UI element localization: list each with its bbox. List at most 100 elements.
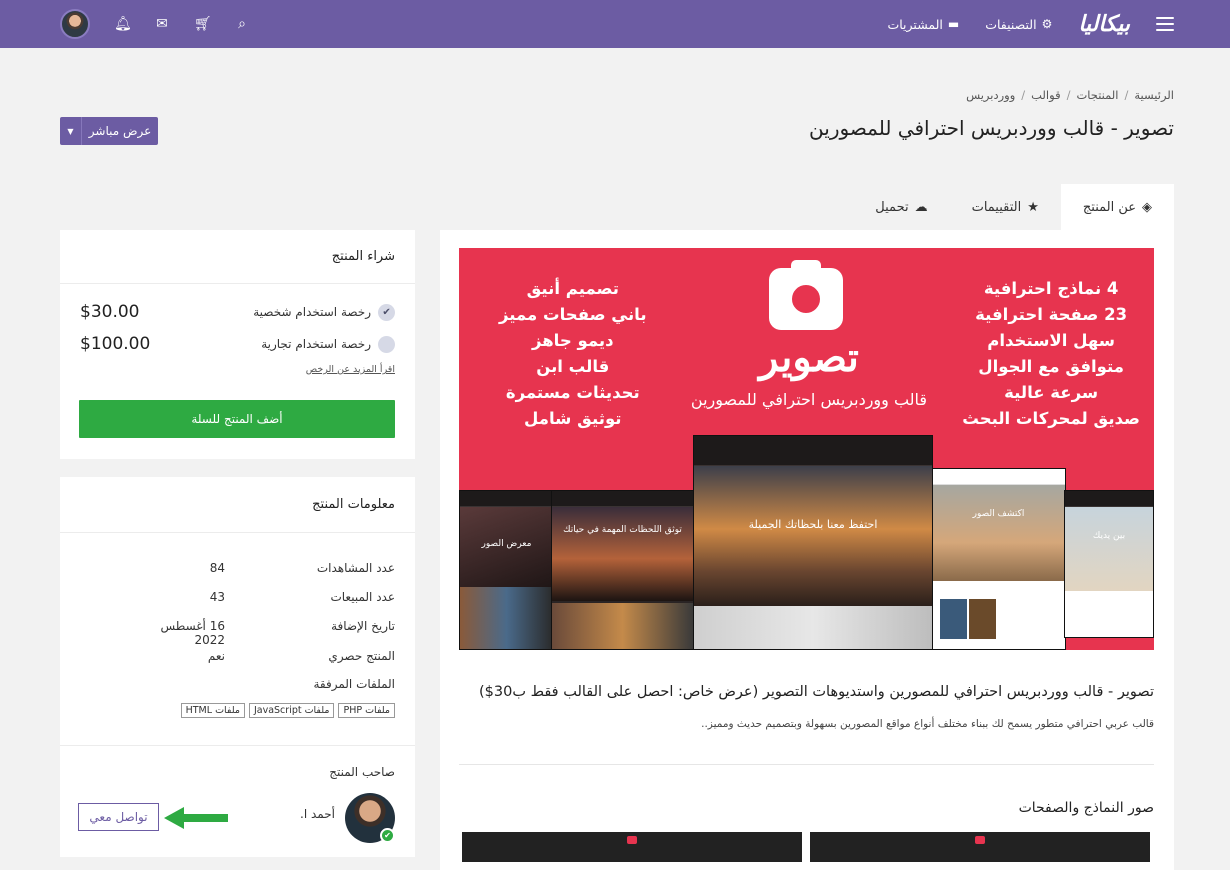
license-price: $100.00 <box>80 334 151 354</box>
gallery-thumbnail[interactable] <box>810 832 1150 862</box>
screenshot-caption-main: احتفظ معنا بلحظاتك الجميلة <box>748 518 878 531</box>
nav-purchases-label: المشتريات <box>887 16 943 32</box>
contact-button[interactable]: تواصل معي <box>78 803 159 831</box>
nav-categories-link[interactable]: ⚙ التصنيفات <box>985 17 1052 32</box>
banner-feature: ديمو جاهز <box>531 331 614 350</box>
banner-features-right: 4 نماذج احترافية 23 صفحة احترافية سهل ال… <box>962 276 1140 432</box>
radio-icon[interactable] <box>378 335 395 353</box>
banner-feature: تصميم أنيق <box>526 279 619 298</box>
screenshot-left-outer: معرض الصور <box>459 490 554 650</box>
file-tag: ملفات HTML <box>180 703 245 718</box>
page-title: تصوير - قالب ووردبريس احترافي للمصورين <box>809 116 1174 140</box>
star-icon: ★ <box>1027 199 1039 215</box>
file-tag: ملفات JavaScript <box>248 703 335 718</box>
product-banner: 4 نماذج احترافية 23 صفحة احترافية سهل ال… <box>459 248 1154 650</box>
tab-about[interactable]: ◈ عن المنتج <box>1060 184 1174 230</box>
banner-subtitle: قالب ووردبريس احترافي للمصورين <box>690 390 928 409</box>
license-label: رخصة استخدام تجارية <box>261 337 371 351</box>
info-key: تاريخ الإضافة <box>331 619 395 633</box>
banner-brand: تصوير <box>759 334 859 381</box>
top-navbar: بيكاليا ⚙ التصنيفات ▬ المشتريات 🔔︎ ✉ 🛒︎ … <box>0 0 1230 48</box>
cart-icon[interactable]: 🛒︎ <box>194 16 212 32</box>
info-value: 84 <box>209 561 225 575</box>
screenshot-caption: بين يديك <box>1092 531 1126 541</box>
license-option-commercial[interactable]: رخصة استخدام تجارية <box>261 335 395 353</box>
banner-feature: توثيق شامل <box>524 409 622 428</box>
banner-feature: سرعة عالية <box>1004 383 1099 402</box>
banner-feature: سهل الاستخدام <box>987 331 1115 350</box>
envelope-icon[interactable]: ✉ <box>154 16 170 32</box>
owner-avatar[interactable]: ✔ <box>345 793 395 843</box>
nav-primary: بيكاليا ⚙ التصنيفات ▬ المشتريات <box>887 11 1174 37</box>
breadcrumb-templates[interactable]: قوالب <box>1031 88 1060 102</box>
tab-reviews[interactable]: ★ التقييمات <box>950 184 1061 230</box>
product-info-title: معلومات المنتج <box>60 477 415 533</box>
menu-icon[interactable] <box>1156 17 1174 31</box>
banner-feature: 23 صفحة احترافية <box>975 305 1128 324</box>
live-preview-button[interactable]: عرض مباشر ▼ <box>60 117 158 145</box>
nav-user-tools: 🔔︎ ✉ 🛒︎ ⌕ <box>60 9 250 39</box>
user-avatar[interactable] <box>60 9 90 39</box>
info-row: تاريخ الإضافة 16 أغسطس 2022 <box>79 619 395 647</box>
owner-label: صاحب المنتج <box>329 765 395 779</box>
screenshot-center: احتفظ معنا بلحظاتك الجميلة <box>693 435 933 650</box>
caret-down-icon[interactable]: ▼ <box>60 117 82 145</box>
divider <box>459 764 1154 765</box>
banner-feature: باني صفحات مميز <box>499 305 647 324</box>
gallery-thumbnail[interactable] <box>462 832 802 862</box>
info-key: عدد المشاهدات <box>316 561 395 575</box>
info-row: عدد المشاهدات 84 <box>79 561 395 575</box>
nav-categories-label: التصنيفات <box>985 16 1037 32</box>
product-description: قالب عربي احترافي متطور يسمح لك ببناء مخ… <box>701 718 1154 730</box>
banner-feature: 4 نماذج احترافية <box>983 279 1119 298</box>
arrow-left-icon <box>164 807 228 829</box>
site-logo[interactable]: بيكاليا <box>1078 11 1131 37</box>
owner-name[interactable]: أحمد ا. <box>300 807 335 821</box>
info-value: 43 <box>209 590 225 604</box>
license-option-personal[interactable]: ✔ رخصة استخدام شخصية <box>253 303 395 321</box>
camera-icon <box>769 260 843 330</box>
license-info-link[interactable]: اقرأ المزيد عن الرخص <box>306 364 395 375</box>
purchase-card: شراء المنتج ✔ رخصة استخدام شخصية $30.00 … <box>60 230 415 459</box>
gallery-title: صور النماذج والصفحات <box>1018 800 1154 816</box>
bell-icon[interactable]: 🔔︎ <box>114 16 132 32</box>
live-preview-label: عرض مباشر <box>88 124 152 138</box>
banner-feature: تحديثات مستمرة <box>505 383 640 402</box>
tab-download-label: تحميل <box>875 199 909 215</box>
info-key: عدد المبيعات <box>330 590 395 604</box>
tab-reviews-label: التقييمات <box>971 199 1022 215</box>
screenshot-left: توثق اللحظات المهمة في حياتك <box>551 490 694 650</box>
product-tabs: ◈ عن المنتج ★ التقييمات ☁ تحميل <box>853 184 1174 230</box>
product-details-panel: 4 نماذج احترافية 23 صفحة احترافية سهل ال… <box>440 230 1174 870</box>
banner-feature: قالب ابن <box>536 357 610 376</box>
license-row: ✔ رخصة استخدام شخصية $30.00 <box>80 302 395 322</box>
files-label: الملفات المرفقة <box>313 677 395 691</box>
info-value: 16 أغسطس 2022 <box>160 619 225 647</box>
check-icon[interactable]: ✔ <box>378 303 395 321</box>
screenshot-right: اكتشف الصور <box>931 468 1066 650</box>
tab-download[interactable]: ☁ تحميل <box>853 184 949 230</box>
license-price: $30.00 <box>80 302 140 322</box>
product-info-card: معلومات المنتج عدد المشاهدات 84 عدد المب… <box>60 477 415 857</box>
nav-purchases-link[interactable]: ▬ المشتريات <box>887 17 959 32</box>
divider <box>60 745 415 746</box>
screenshot-caption: توثق اللحظات المهمة في حياتك <box>563 525 682 535</box>
add-to-cart-button[interactable]: أضف المنتج للسلة <box>79 400 395 438</box>
breadcrumb: الرئيسية / المنتجات / قوالب / ووردبريس <box>966 88 1174 102</box>
license-label: رخصة استخدام شخصية <box>253 305 371 319</box>
tab-about-label: عن المنتج <box>1082 199 1136 215</box>
breadcrumb-wordpress[interactable]: ووردبريس <box>966 88 1015 102</box>
banner-feature: صديق لمحركات البحث <box>962 409 1140 428</box>
info-row: عدد المبيعات 43 <box>79 590 395 604</box>
file-tags: ملفات PHP ملفات JavaScript ملفات HTML <box>180 703 395 718</box>
info-key: المنتج حصري <box>328 649 395 663</box>
breadcrumb-products[interactable]: المنتجات <box>1076 88 1118 102</box>
cube-icon: ◈ <box>1142 199 1152 215</box>
verified-check-icon: ✔ <box>380 828 395 843</box>
breadcrumb-home[interactable]: الرئيسية <box>1134 88 1174 102</box>
search-icon[interactable]: ⌕ <box>234 16 250 32</box>
banner-feature: متوافق مع الجوال <box>978 357 1124 376</box>
cogs-icon: ⚙ <box>1041 17 1053 31</box>
file-tag: ملفات PHP <box>338 703 395 718</box>
info-row: الملفات المرفقة <box>79 677 395 691</box>
